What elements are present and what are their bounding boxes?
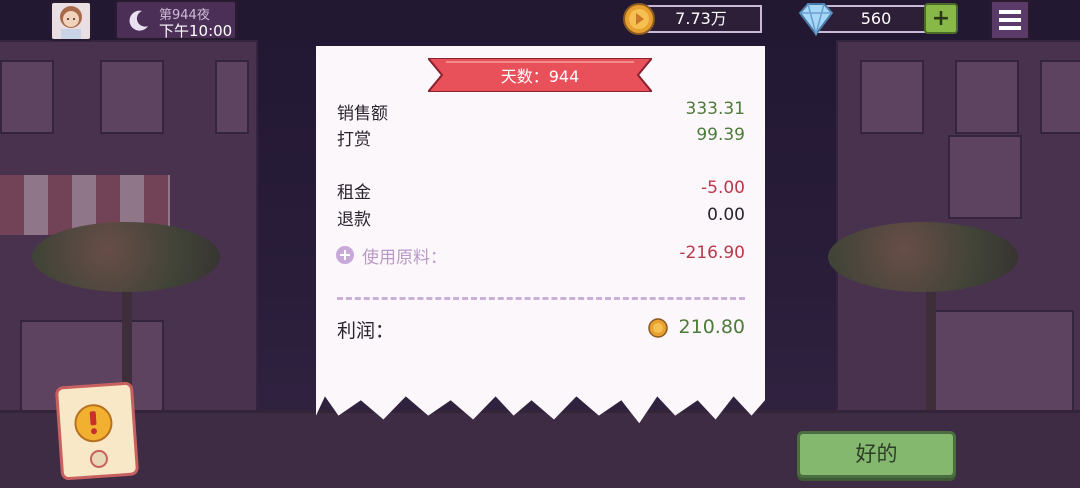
avatar-face-icon xyxy=(60,6,82,39)
refund-label: 退款 xyxy=(337,210,371,230)
time-label: 下午10:00 xyxy=(159,22,233,40)
day-time-panel: 第944夜 下午10:00 xyxy=(115,0,237,40)
player-avatar[interactable] xyxy=(50,1,92,41)
rent-label: 租金 xyxy=(337,183,371,203)
profit-coin-icon xyxy=(648,318,668,338)
menu-icon xyxy=(999,10,1021,30)
receipt-title: 天数：944 xyxy=(500,67,580,86)
ok-button[interactable]: 好的 xyxy=(797,431,956,478)
sales-label: 销售额 xyxy=(337,104,388,124)
exclamation-icon xyxy=(74,404,113,468)
menu-button[interactable] xyxy=(990,0,1030,40)
sales-value: 333.31 xyxy=(685,99,745,119)
receipt-divider xyxy=(337,297,745,300)
coin-counter: 7.73万 xyxy=(622,2,764,36)
alert-card-button[interactable] xyxy=(54,381,140,481)
rent-value: -5.00 xyxy=(701,178,745,198)
materials-value: -216.90 xyxy=(679,243,745,263)
add-gems-button[interactable]: + xyxy=(924,3,958,34)
coin-value: 7.73万 xyxy=(640,5,762,33)
diamond-icon xyxy=(798,3,834,36)
coin-icon xyxy=(623,3,655,35)
profit-label: 利润： xyxy=(337,320,395,342)
profit-value: 210.80 xyxy=(678,316,745,338)
gem-counter: 560 + xyxy=(796,2,966,38)
refund-value: 0.00 xyxy=(707,205,745,225)
tips-label: 打赏 xyxy=(337,130,371,150)
tips-value: 99.39 xyxy=(696,125,745,145)
materials-label: 使用原料： xyxy=(362,248,447,268)
expand-plus-icon[interactable] xyxy=(335,245,355,265)
moon-icon xyxy=(129,10,148,31)
